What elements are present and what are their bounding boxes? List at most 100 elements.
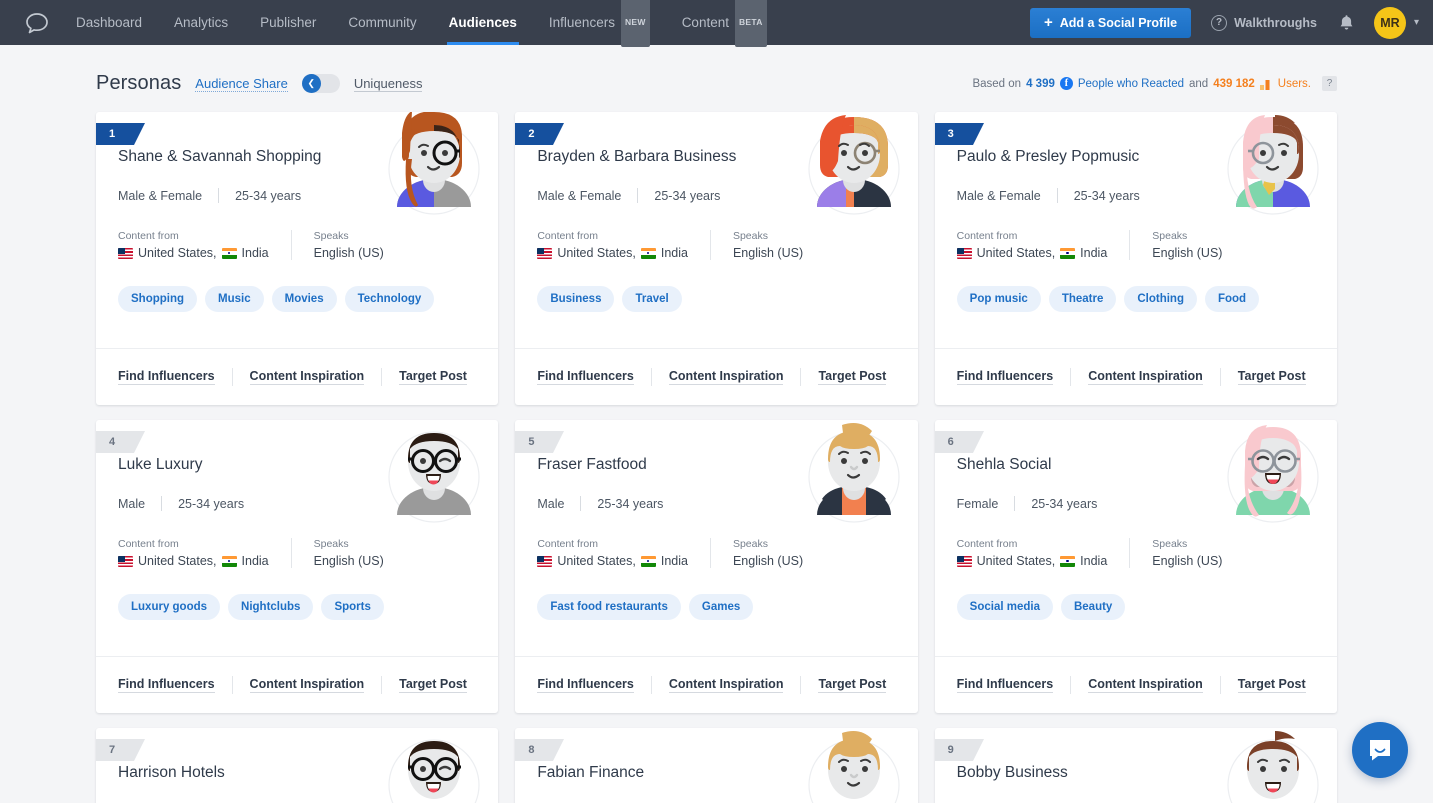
content-from-label: Content from xyxy=(957,230,1108,242)
divider xyxy=(232,676,233,694)
persona-card[interactable]: 1 Shane & Sa xyxy=(96,112,498,405)
find-influencers-button[interactable]: Find Influencers xyxy=(537,369,634,385)
reactions-label[interactable]: People who Reacted xyxy=(1078,78,1184,90)
persona-interest-tags: Fast food restaurants Games xyxy=(537,594,895,620)
interest-tag[interactable]: Movies xyxy=(272,286,337,312)
target-post-button[interactable]: Target Post xyxy=(399,369,467,385)
persona-card[interactable]: 3 xyxy=(935,112,1337,405)
help-button[interactable]: ? xyxy=(1322,76,1337,91)
interest-tag[interactable]: Social media xyxy=(957,594,1053,620)
find-influencers-button[interactable]: Find Influencers xyxy=(957,369,1054,385)
country-1: United States, xyxy=(138,246,217,260)
find-influencers-button[interactable]: Find Influencers xyxy=(957,677,1054,693)
interest-tag[interactable]: Games xyxy=(689,594,753,620)
chat-support-button[interactable] xyxy=(1352,722,1408,778)
divider xyxy=(291,538,292,568)
persona-card[interactable]: 4 Luke Luxury Male xyxy=(96,420,498,713)
interest-tag[interactable]: Nightclubs xyxy=(228,594,313,620)
app-logo[interactable] xyxy=(14,12,60,34)
plus-icon: + xyxy=(1044,15,1053,30)
content-inspiration-button[interactable]: Content Inspiration xyxy=(250,677,365,693)
content-from-column: Content from United States, India xyxy=(118,538,269,568)
audience-share-link[interactable]: Audience Share xyxy=(195,76,288,92)
interest-tag[interactable]: Sports xyxy=(321,594,383,620)
persona-card[interactable]: 9 Bobby Business xyxy=(935,728,1337,803)
persona-locale-info: Content from United States, India Speaks… xyxy=(957,228,1315,260)
uniqueness-link[interactable]: Uniqueness xyxy=(354,76,423,92)
nav-item-influencers[interactable]: Influencers NEW xyxy=(533,0,666,45)
divider xyxy=(1220,368,1221,386)
persona-interest-tags: Social media Beauty xyxy=(957,594,1315,620)
target-post-button[interactable]: Target Post xyxy=(818,369,886,385)
content-from-label: Content from xyxy=(537,230,688,242)
interest-tag[interactable]: Clothing xyxy=(1124,286,1197,312)
interest-tag[interactable]: Shopping xyxy=(118,286,197,312)
nav-label: Audiences xyxy=(449,0,517,45)
bar-chart-icon xyxy=(1260,78,1273,90)
persona-card[interactable]: 8 Fabian Finance xyxy=(515,728,917,803)
content-inspiration-button[interactable]: Content Inspiration xyxy=(669,369,784,385)
content-inspiration-button[interactable]: Content Inspiration xyxy=(1088,369,1203,385)
speaks-value: English (US) xyxy=(314,554,384,568)
interest-tag[interactable]: Pop music xyxy=(957,286,1041,312)
content-inspiration-button[interactable]: Content Inspiration xyxy=(250,369,365,385)
interest-tag[interactable]: Food xyxy=(1205,286,1259,312)
content-from-label: Content from xyxy=(957,538,1108,550)
persona-card[interactable]: 6 Shehla Soc xyxy=(935,420,1337,713)
persona-gender: Male & Female xyxy=(118,189,202,203)
persona-card[interactable]: 5 Fraser Fastfood Male xyxy=(515,420,917,713)
divider xyxy=(1070,368,1071,386)
interest-tag[interactable]: Fast food restaurants xyxy=(537,594,681,620)
nav-item-publisher[interactable]: Publisher xyxy=(244,0,332,45)
nav-label: Analytics xyxy=(174,0,228,45)
interest-tag[interactable]: Technology xyxy=(345,286,435,312)
find-influencers-button[interactable]: Find Influencers xyxy=(118,369,215,385)
content-from-column: Content from United States, India xyxy=(537,538,688,568)
persona-card[interactable]: 7 Harrison Hotels xyxy=(96,728,498,803)
content-from-value: United States, India xyxy=(118,246,269,260)
nav-item-content[interactable]: Content BETA xyxy=(666,0,783,45)
add-social-profile-button[interactable]: + Add a Social Profile xyxy=(1030,8,1191,38)
walkthroughs-button[interactable]: ? Walkthroughs xyxy=(1211,15,1317,31)
nav-item-analytics[interactable]: Analytics xyxy=(158,0,244,45)
nav-item-community[interactable]: Community xyxy=(332,0,432,45)
content-from-value: United States, India xyxy=(537,554,688,568)
content-inspiration-button[interactable]: Content Inspiration xyxy=(669,677,784,693)
persona-card-actions: Find Influencers Content Inspiration Tar… xyxy=(96,348,498,405)
metric-toggle[interactable]: ❮ xyxy=(302,74,340,93)
users-label: Users. xyxy=(1278,78,1311,90)
interest-tag[interactable]: Theatre xyxy=(1049,286,1117,312)
content-from-value: United States, India xyxy=(957,246,1108,260)
persona-card-body: Luke Luxury Male 25-34 years Content fro… xyxy=(96,420,498,620)
interest-tag[interactable]: Luxury goods xyxy=(118,594,220,620)
top-navigation-bar: Dashboard Analytics Publisher Community … xyxy=(0,0,1433,45)
persona-demographics: Male 25-34 years xyxy=(118,496,476,511)
find-influencers-button[interactable]: Find Influencers xyxy=(118,677,215,693)
content-from-value: United States, India xyxy=(957,554,1108,568)
avatar-initials: MR xyxy=(1380,16,1399,30)
persona-card[interactable]: 2 B xyxy=(515,112,917,405)
target-post-button[interactable]: Target Post xyxy=(1238,677,1306,693)
persona-demographics: Male 25-34 years xyxy=(537,496,895,511)
interest-tag[interactable]: Music xyxy=(205,286,264,312)
notifications-button[interactable] xyxy=(1339,14,1354,31)
persona-demographics: Male & Female 25-34 years xyxy=(118,188,476,203)
divider xyxy=(1070,676,1071,694)
flag-in-icon xyxy=(222,556,237,567)
interest-tag[interactable]: Beauty xyxy=(1061,594,1125,620)
interest-tag[interactable]: Travel xyxy=(622,286,681,312)
target-post-button[interactable]: Target Post xyxy=(818,677,886,693)
nav-item-audiences[interactable]: Audiences xyxy=(433,0,533,45)
user-avatar[interactable]: MR xyxy=(1374,7,1406,39)
target-post-button[interactable]: Target Post xyxy=(399,677,467,693)
content-from-column: Content from United States, India xyxy=(537,230,688,260)
target-post-button[interactable]: Target Post xyxy=(1238,369,1306,385)
persona-age: 25-34 years xyxy=(1074,189,1140,203)
persona-age: 25-34 years xyxy=(235,189,301,203)
nav-item-dashboard[interactable]: Dashboard xyxy=(60,0,158,45)
content-inspiration-button[interactable]: Content Inspiration xyxy=(1088,677,1203,693)
country-2: India xyxy=(242,246,269,260)
find-influencers-button[interactable]: Find Influencers xyxy=(537,677,634,693)
chevron-down-icon[interactable]: ▾ xyxy=(1414,17,1419,28)
interest-tag[interactable]: Business xyxy=(537,286,614,312)
